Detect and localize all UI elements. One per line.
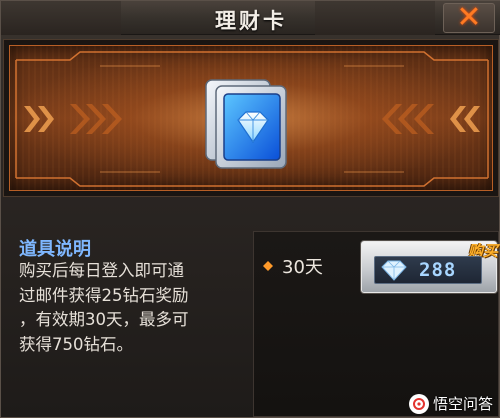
item-banner [9,45,493,191]
description-text: 购买后每日登入即可通 过邮件获得25钻石奖励 ，有效期30天，最多可 获得750… [19,259,245,357]
finance-card-dialog: 理财卡 ✕ 道具说明 购买后每日登入即可通 过邮件获得25钻石奖励 ，有效期30… [0,0,500,418]
dialog-title: 理财卡 [215,9,287,33]
duration-label: 30天 [282,257,323,278]
banner-art [15,51,489,187]
watermark-text: 悟空问答 [432,395,493,413]
description-line: 过邮件获得25钻石奖励 [19,285,189,305]
diamond-icon [381,260,407,281]
description-line: 购买后每日登入即可通 [19,261,184,280]
diamond-bullet-icon [263,261,273,271]
price-value: 288 [419,259,457,281]
right-chevron-icons [450,106,480,132]
close-icon: ✕ [456,0,482,35]
description-line: 获得750钻石。 [19,334,133,354]
title-bar: 理财卡 ✕ [1,1,500,35]
description-heading: 道具说明 [19,239,91,260]
close-button[interactable]: ✕ [443,3,495,33]
buy-button[interactable]: 购买 288 [361,241,498,293]
description-line: ，有效期30天，最多可 [19,310,189,329]
price-box: 288 [374,256,482,284]
watermark: 悟空问答 [408,393,493,414]
watermark-logo-icon [408,393,429,414]
left-chevron-icons [24,106,54,132]
diamond-card-icon [205,79,287,169]
duration-option[interactable]: 30天 [263,253,323,279]
